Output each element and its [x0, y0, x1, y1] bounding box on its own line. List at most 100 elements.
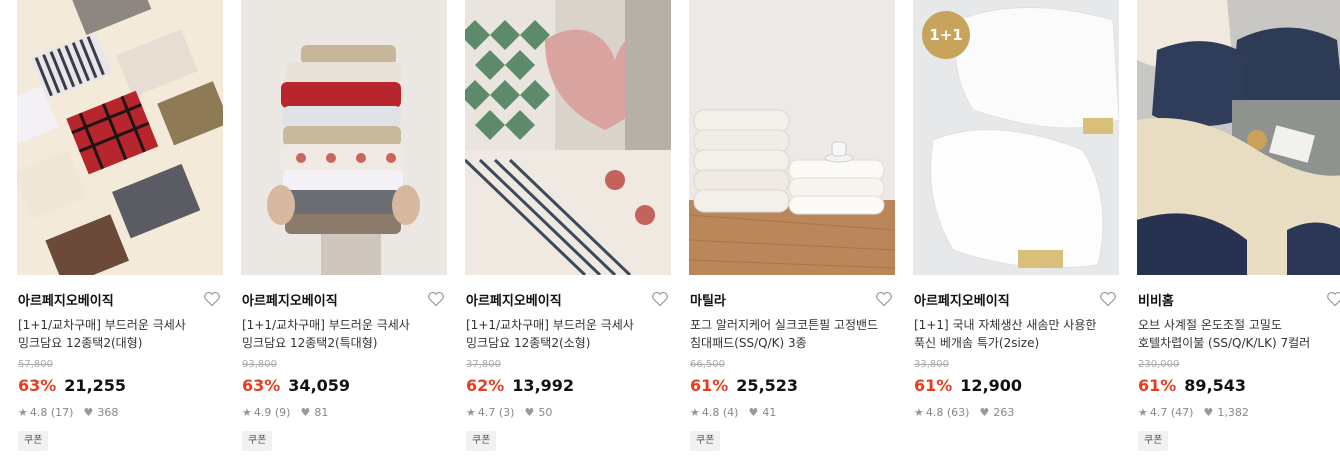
- like-count: 263: [993, 406, 1015, 419]
- product-card[interactable]: 1+1 아르페지오베이직 [1+1] 국내 자체생산 새솜만 사용한 푹신 베개…: [913, 0, 1119, 469]
- star-icon: ★: [466, 406, 476, 419]
- product-title-line1: [1+1/교차구매] 부드러운 극세사: [466, 318, 634, 332]
- product-title-line1: 오브 사계절 온도조절 고밀도: [1138, 318, 1282, 332]
- product-title-line1: [1+1/교차구매] 부드러운 극세사: [18, 318, 186, 332]
- coupon-tag: 쿠폰: [466, 431, 497, 451]
- like-count: 41: [762, 406, 777, 419]
- product-title-line2: 침대패드(SS/Q/K) 3종: [690, 336, 807, 350]
- sale-price: 21,255: [64, 376, 127, 395]
- price-row: 61% 12,900: [914, 376, 1022, 395]
- wishlist-heart-icon[interactable]: [1099, 291, 1117, 307]
- review-count: (3): [498, 406, 515, 419]
- review-count: (4): [722, 406, 739, 419]
- product-title-line2: 밍크담요 12종택2(대형): [18, 336, 143, 350]
- brand-name[interactable]: 아르페지오베이직: [18, 290, 114, 309]
- review-count: (9): [274, 406, 291, 419]
- product-card[interactable]: 아르페지오베이직 [1+1/교차구매] 부드러운 극세사 밍크담요 12종택2(…: [241, 0, 447, 469]
- original-price: 66,500: [690, 359, 725, 370]
- like-count: 1,382: [1217, 406, 1249, 419]
- star-icon: ★: [242, 406, 252, 419]
- heart-filled-icon: ♥: [1203, 406, 1214, 419]
- review-meta: ★ 4.8 (17) ♥ 368: [18, 406, 118, 419]
- wishlist-heart-icon[interactable]: [427, 291, 445, 307]
- product-image[interactable]: [689, 0, 895, 275]
- wishlist-heart-icon[interactable]: [203, 291, 221, 307]
- product-card[interactable]: 아르페지오베이직 [1+1/교차구매] 부드러운 극세사 밍크담요 12종택2(…: [465, 0, 671, 469]
- discount-rate: 63%: [18, 376, 57, 395]
- product-card[interactable]: 비비홈 오브 사계절 온도조절 고밀도 호텔차렵이불 (SS/Q/K/LK) 7…: [1137, 0, 1340, 469]
- heart-filled-icon: ♥: [524, 406, 535, 419]
- brand-name[interactable]: 비비홈: [1138, 290, 1174, 309]
- sale-price: 25,523: [736, 376, 799, 395]
- coupon-tag: 쿠폰: [242, 431, 273, 451]
- wishlist-heart-icon[interactable]: [651, 291, 669, 307]
- sale-price: 12,900: [960, 376, 1023, 395]
- price-row: 62% 13,992: [466, 376, 574, 395]
- star-icon: ★: [690, 406, 700, 419]
- sale-price: 89,543: [1184, 376, 1247, 395]
- heart-filled-icon: ♥: [748, 406, 759, 419]
- review-count: (47): [1170, 406, 1194, 419]
- product-image[interactable]: 1+1: [913, 0, 1119, 275]
- product-title-line2: 호텔차렵이불 (SS/Q/K/LK) 7컬러: [1138, 336, 1311, 350]
- sale-price: 13,992: [512, 376, 575, 395]
- product-title[interactable]: [1+1] 국내 자체생산 새솜만 사용한 푹신 베개솜 특가(2size): [914, 316, 1114, 352]
- rating-value: 4.8: [701, 406, 720, 419]
- product-title-line2: 푹신 베개솜 특가(2size): [914, 336, 1040, 350]
- sale-price: 34,059: [288, 376, 351, 395]
- original-price: 37,800: [466, 359, 501, 370]
- bundle-badge: 1+1: [922, 11, 970, 59]
- product-card[interactable]: 마틸라 포그 알러지케어 실크코튼필 고정밴드 침대패드(SS/Q/K) 3종 …: [689, 0, 895, 469]
- product-title-line2: 밍크담요 12종택2(특대형): [242, 336, 378, 350]
- rating-value: 4.8: [925, 406, 944, 419]
- review-meta: ★ 4.7 (3) ♥ 50: [466, 406, 552, 419]
- brand-name[interactable]: 마틸라: [690, 290, 726, 309]
- product-title[interactable]: [1+1/교차구매] 부드러운 극세사 밍크담요 12종택2(특대형): [242, 316, 442, 352]
- star-icon: ★: [18, 406, 28, 419]
- product-title-line1: [1+1/교차구매] 부드러운 극세사: [242, 318, 410, 332]
- product-title-line1: 포그 알러지케어 실크코튼필 고정밴드: [690, 318, 879, 332]
- product-title[interactable]: [1+1/교차구매] 부드러운 극세사 밍크담요 12종택2(대형): [18, 316, 218, 352]
- discount-rate: 61%: [690, 376, 729, 395]
- like-count: 368: [97, 406, 119, 419]
- product-image[interactable]: [465, 0, 671, 275]
- rating-value: 4.7: [1149, 406, 1168, 419]
- star-icon: ★: [1138, 406, 1148, 419]
- review-count: (63): [946, 406, 970, 419]
- brand-name[interactable]: 아르페지오베이직: [914, 290, 1010, 309]
- rating-value: 4.7: [477, 406, 496, 419]
- like-count: 50: [538, 406, 553, 419]
- coupon-tag: 쿠폰: [18, 431, 49, 451]
- coupon-tag: 쿠폰: [1138, 431, 1169, 451]
- original-price: 57,800: [18, 359, 53, 370]
- product-grid: 아르페지오베이직 [1+1/교차구매] 부드러운 극세사 밍크담요 12종택2(…: [0, 0, 1340, 469]
- like-count: 81: [314, 406, 329, 419]
- brand-name[interactable]: 아르페지오베이직: [242, 290, 338, 309]
- product-image[interactable]: [241, 0, 447, 275]
- discount-rate: 62%: [466, 376, 505, 395]
- discount-rate: 61%: [914, 376, 953, 395]
- original-price: 230,000: [1138, 359, 1180, 370]
- heart-filled-icon: ♥: [83, 406, 94, 419]
- product-title[interactable]: 포그 알러지케어 실크코튼필 고정밴드 침대패드(SS/Q/K) 3종: [690, 316, 890, 352]
- product-image[interactable]: [17, 0, 223, 275]
- original-price: 93,800: [242, 359, 277, 370]
- product-title-line2: 밍크담요 12종택2(소형): [466, 336, 591, 350]
- price-row: 63% 21,255: [18, 376, 126, 395]
- product-title-line1: [1+1] 국내 자체생산 새솜만 사용한: [914, 318, 1097, 332]
- product-image[interactable]: [1137, 0, 1340, 275]
- wishlist-heart-icon[interactable]: [1326, 291, 1340, 307]
- product-title[interactable]: 오브 사계절 온도조절 고밀도 호텔차렵이불 (SS/Q/K/LK) 7컬러: [1138, 316, 1338, 352]
- price-row: 63% 34,059: [242, 376, 350, 395]
- star-icon: ★: [914, 406, 924, 419]
- discount-rate: 61%: [1138, 376, 1177, 395]
- heart-filled-icon: ♥: [300, 406, 311, 419]
- product-title[interactable]: [1+1/교차구매] 부드러운 극세사 밍크담요 12종택2(소형): [466, 316, 666, 352]
- price-row: 61% 25,523: [690, 376, 798, 395]
- review-meta: ★ 4.7 (47) ♥ 1,382: [1138, 406, 1249, 419]
- discount-rate: 63%: [242, 376, 281, 395]
- original-price: 33,800: [914, 359, 949, 370]
- brand-name[interactable]: 아르페지오베이직: [466, 290, 562, 309]
- wishlist-heart-icon[interactable]: [875, 291, 893, 307]
- product-card[interactable]: 아르페지오베이직 [1+1/교차구매] 부드러운 극세사 밍크담요 12종택2(…: [17, 0, 223, 469]
